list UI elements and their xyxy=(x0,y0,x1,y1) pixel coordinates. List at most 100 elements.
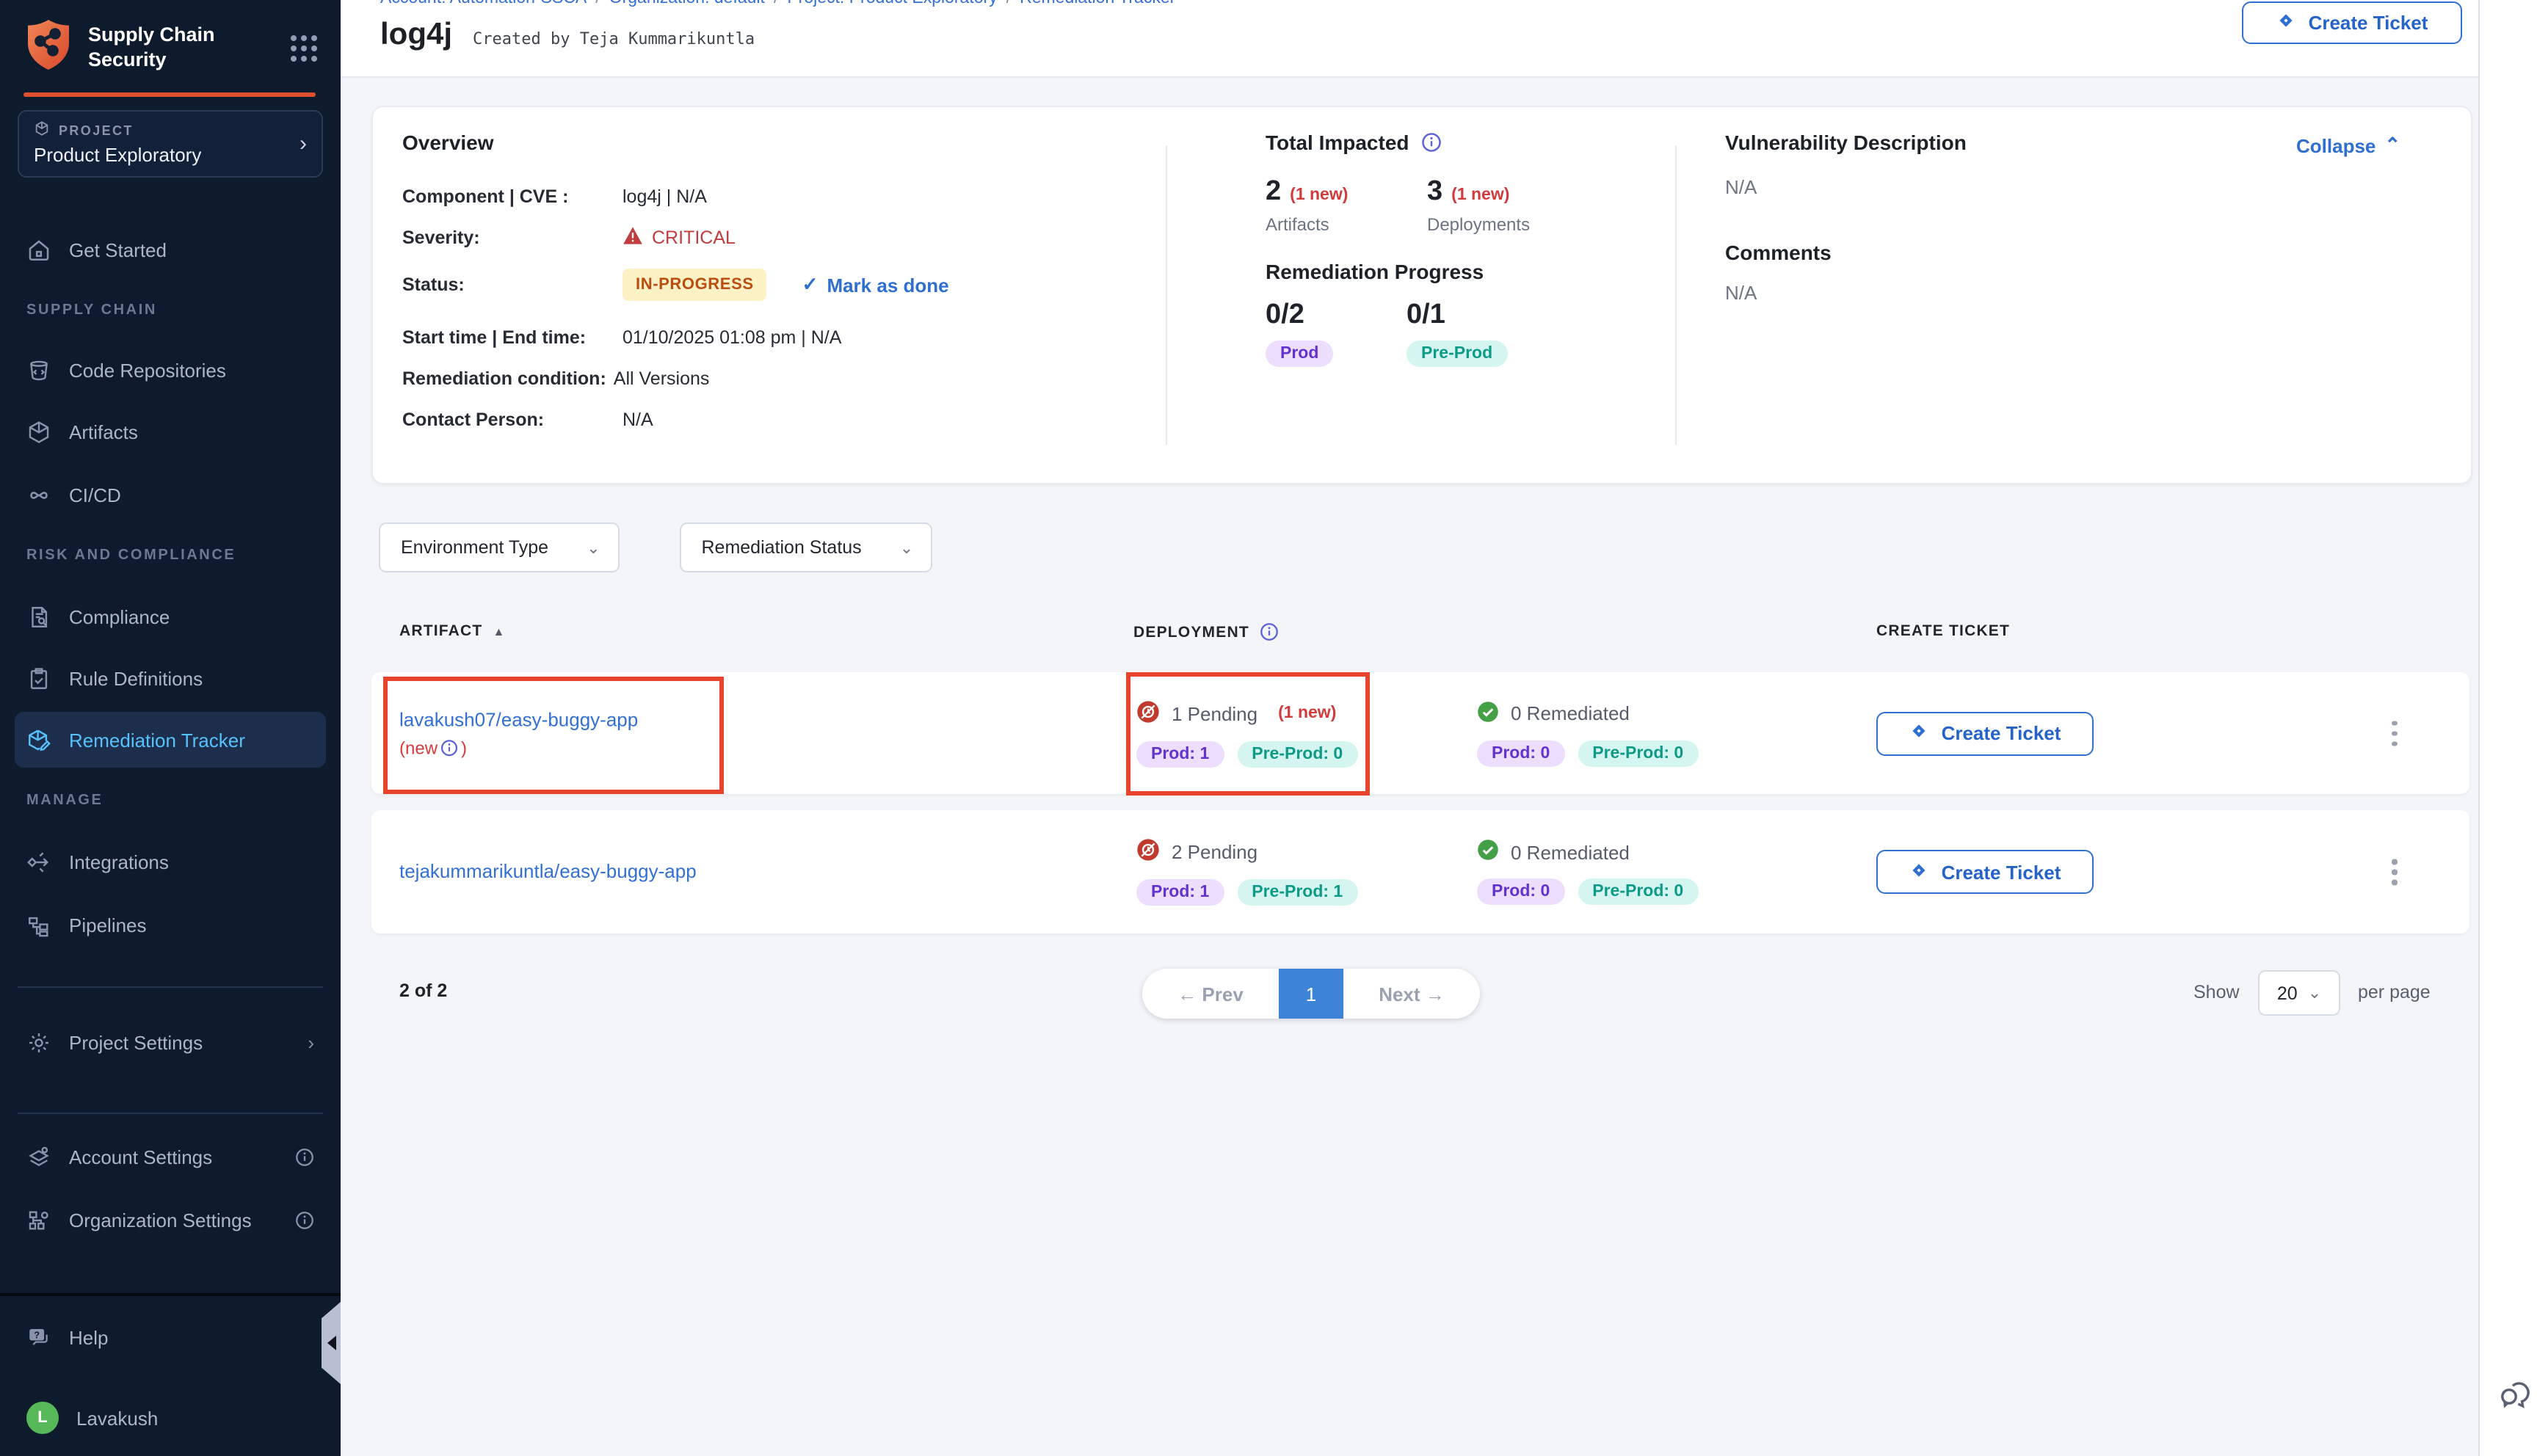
info-icon[interactable] xyxy=(1260,622,1279,641)
environment-type-filter[interactable]: Environment Type ⌄ xyxy=(379,523,620,572)
artifact-new-flag: (new ) xyxy=(399,735,1089,762)
artifacts-stat-label: Artifacts xyxy=(1266,214,1427,235)
prod-count-badge: Prod: 1 xyxy=(1136,740,1224,767)
preprod-count-badge: Pre-Prod: 0 xyxy=(1578,878,1698,905)
pending-icon xyxy=(1136,699,1160,727)
chevron-up-icon: ⌃ xyxy=(2384,134,2400,157)
row-kebab-menu[interactable] xyxy=(2386,715,2403,752)
sidebar-item-pipelines[interactable]: Pipelines xyxy=(15,897,326,953)
brand: Supply ChainSecurity xyxy=(23,15,323,82)
pagination: ← Prev 1 Next → xyxy=(1142,969,1480,1019)
card-divider xyxy=(1675,145,1677,445)
mark-as-done-link[interactable]: ✓ Mark as done xyxy=(802,273,949,296)
sidebar-divider xyxy=(18,1113,323,1114)
project-selector[interactable]: PROJECT Product Exploratory › xyxy=(18,110,323,178)
remediation-status-filter[interactable]: Remediation Status ⌄ xyxy=(680,523,933,572)
brand-divider xyxy=(23,92,316,97)
pending-new-delta: (1 new) xyxy=(1278,705,1336,722)
impact-section: Total Impacted 2(1 new) Artifacts 3(1 ne… xyxy=(1266,131,1669,367)
check-circle-icon xyxy=(1477,700,1499,727)
info-icon[interactable] xyxy=(295,1147,314,1166)
sidebar-item-cicd[interactable]: CI/CD xyxy=(15,467,326,523)
artifact-link[interactable]: tejakummarikuntla/easy-buggy-app xyxy=(399,860,697,882)
collapse-link[interactable]: Collapse ⌃ xyxy=(2296,134,2400,157)
sidebar-item-account-settings[interactable]: Account Settings xyxy=(15,1129,326,1184)
clipboard-check-icon xyxy=(26,666,51,691)
sidebar-item-get-started[interactable]: Get Started xyxy=(15,222,326,277)
time-value: 01/10/2025 01:08 pm | N/A xyxy=(623,327,841,347)
time-label: Start time | End time: xyxy=(402,327,623,347)
page-size-select[interactable]: 20 ⌄ xyxy=(2258,970,2340,1016)
svg-text:?: ? xyxy=(34,1329,40,1340)
chevron-down-icon: ⌄ xyxy=(2308,983,2321,1002)
chevron-down-icon: ⌄ xyxy=(900,538,913,557)
total-impacted-heading: Total Impacted xyxy=(1266,131,1409,154)
page-header: Account: Automation-SSCA / Organization: d… xyxy=(341,0,2537,78)
deployments-new-delta: (1 new) xyxy=(1451,186,1509,204)
overview-card: Overview Component | CVE : log4j | N/A S… xyxy=(371,106,2472,484)
warning-triangle-icon xyxy=(623,225,643,249)
org-chart-gear-icon xyxy=(26,1207,51,1232)
help-chat-icon: ? xyxy=(26,1325,51,1350)
info-icon[interactable] xyxy=(295,1210,314,1229)
create-ticket-button[interactable]: Create Ticket xyxy=(1876,711,2094,755)
create-ticket-button[interactable]: Create Ticket xyxy=(2242,1,2462,44)
show-label: Show xyxy=(2193,982,2240,1002)
preprod-count-badge: Pre-Prod: 1 xyxy=(1237,879,1357,906)
preprod-count-badge: Pre-Prod: 0 xyxy=(1578,740,1698,766)
current-page-button[interactable]: 1 xyxy=(1279,969,1343,1019)
info-icon[interactable] xyxy=(1421,132,1442,153)
integrations-icon xyxy=(26,849,51,874)
layers-gear-icon xyxy=(26,1144,51,1169)
brand-title: Supply ChainSecurity xyxy=(88,23,215,73)
create-ticket-button[interactable]: Create Ticket xyxy=(1876,850,2094,894)
breadcrumb: Account: Automation-SSCA / Organization: d… xyxy=(380,0,1175,7)
pipelines-icon xyxy=(26,912,51,937)
comments-heading: Comments xyxy=(1725,241,2268,264)
prod-badge: Prod xyxy=(1266,341,1333,367)
sidebar-item-organization-settings[interactable]: Organization Settings xyxy=(15,1192,326,1248)
project-eyebrow: PROJECT xyxy=(59,123,134,137)
breadcrumb-organization[interactable]: Organization: default xyxy=(609,0,765,7)
info-icon[interactable] xyxy=(440,739,458,757)
sidebar-item-compliance[interactable]: Compliance xyxy=(15,589,326,644)
sidebar-item-code-repositories[interactable]: Code Repositories xyxy=(15,342,326,398)
sidebar-item-help[interactable]: ? Help xyxy=(15,1309,326,1365)
sort-asc-icon[interactable]: ▲ xyxy=(493,625,505,638)
artifact-cell: lavakush07/easy-buggy-app (new ) xyxy=(399,705,1089,761)
breadcrumb-separator: / xyxy=(1006,0,1011,7)
user-menu[interactable]: L Lavakush xyxy=(15,1390,326,1446)
sidebar-item-artifacts[interactable]: Artifacts xyxy=(15,404,326,459)
breadcrumb-separator: / xyxy=(774,0,778,7)
sidebar-item-integrations[interactable]: Integrations xyxy=(15,834,326,889)
section-label-manage: MANAGE xyxy=(26,793,104,809)
sidebar-item-remediation-tracker[interactable]: Remediation Tracker xyxy=(15,712,326,768)
artifact-link[interactable]: lavakush07/easy-buggy-app xyxy=(399,707,638,729)
ticket-diamond-icon xyxy=(1909,721,1930,746)
shield-logo-icon xyxy=(23,18,73,79)
breadcrumb-project[interactable]: Project: Product Exploratory xyxy=(787,0,997,7)
severity-label: Severity: xyxy=(402,227,623,247)
ticket-diamond-icon xyxy=(2276,10,2297,35)
project-name: Product Exploratory xyxy=(34,144,307,166)
page-title: log4j xyxy=(380,18,452,53)
breadcrumb-current[interactable]: Remediation Tracker xyxy=(1020,0,1175,7)
scrollbar-track[interactable] xyxy=(2478,0,2537,1456)
sidebar-item-project-settings[interactable]: Project Settings › xyxy=(15,1014,326,1070)
component-value: log4j | N/A xyxy=(623,186,707,206)
next-page-button[interactable]: Next → xyxy=(1343,983,1480,1005)
arrow-right-icon: → xyxy=(1426,983,1445,1005)
table-row: tejakummarikuntla/easy-buggy-app 2 Pendi… xyxy=(371,810,2469,933)
sidebar-item-rule-definitions[interactable]: Rule Definitions xyxy=(15,650,326,706)
row-kebab-menu[interactable] xyxy=(2386,853,2403,891)
column-header-artifact[interactable]: ARTIFACT ▲ xyxy=(399,622,506,640)
app-grid-icon[interactable] xyxy=(291,35,317,62)
prev-page-button[interactable]: ← Prev xyxy=(1142,983,1279,1005)
per-page-label: per page xyxy=(2358,982,2431,1002)
card-divider xyxy=(1166,145,1167,445)
column-header-create-ticket: CREATE TICKET xyxy=(1876,622,2010,640)
support-chat-icon[interactable] xyxy=(2497,1374,2536,1412)
comments-value: N/A xyxy=(1725,282,2268,304)
breadcrumb-account[interactable]: Account: Automation-SSCA xyxy=(380,0,587,7)
vulnerability-description-heading: Vulnerability Description xyxy=(1725,131,2268,154)
